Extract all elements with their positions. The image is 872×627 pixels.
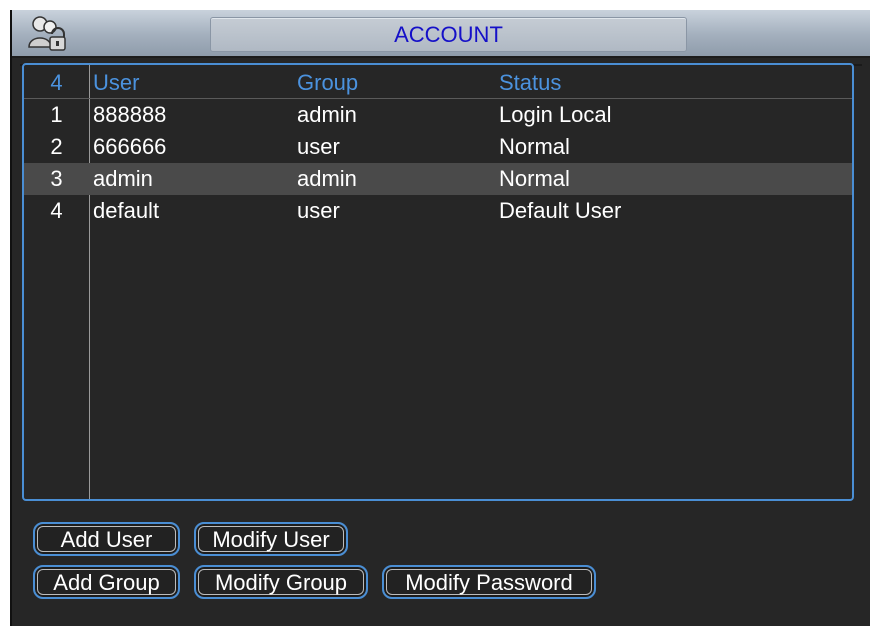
account-table[interactable]: 4 User Group Status 1 888888 admin Login… bbox=[22, 63, 854, 501]
row-status: Login Local bbox=[499, 102, 612, 127]
row-status: Normal bbox=[499, 166, 570, 191]
row-group: user bbox=[297, 134, 340, 159]
row-status: Normal bbox=[499, 134, 570, 159]
row-group: admin bbox=[297, 102, 357, 127]
add-user-button[interactable]: Add User bbox=[33, 522, 180, 556]
row-status: Default User bbox=[499, 198, 622, 223]
header-user: User bbox=[93, 70, 140, 95]
table-header: 4 User Group Status bbox=[24, 67, 852, 99]
row-group: user bbox=[297, 198, 340, 223]
title-bar: ACCOUNT bbox=[12, 10, 870, 58]
row-user: default bbox=[93, 198, 160, 223]
row-index: 2 bbox=[50, 134, 63, 159]
window-title: ACCOUNT bbox=[210, 17, 687, 52]
header-status: Status bbox=[499, 70, 562, 95]
modify-user-button[interactable]: Modify User bbox=[194, 522, 348, 556]
users-lock-icon bbox=[28, 16, 66, 51]
table-row[interactable]: 2 666666 user Normal bbox=[24, 131, 852, 163]
row-index: 4 bbox=[50, 198, 63, 223]
header-group: Group bbox=[297, 70, 359, 95]
row-index: 3 bbox=[50, 166, 63, 191]
modify-group-button[interactable]: Modify Group bbox=[194, 565, 368, 599]
header-count: 4 bbox=[50, 70, 63, 95]
row-group: admin bbox=[297, 166, 357, 191]
row-index: 1 bbox=[50, 102, 63, 127]
add-group-button[interactable]: Add Group bbox=[33, 565, 180, 599]
table-row[interactable]: 3 admin admin Normal bbox=[24, 163, 852, 195]
modify-password-button[interactable]: Modify Password bbox=[382, 565, 596, 599]
row-user: admin bbox=[93, 166, 153, 191]
row-user: 888888 bbox=[93, 102, 167, 127]
table-row[interactable]: 4 default user Default User bbox=[24, 195, 852, 227]
table-row[interactable]: 1 888888 admin Login Local bbox=[24, 99, 852, 131]
row-user: 666666 bbox=[93, 134, 167, 159]
